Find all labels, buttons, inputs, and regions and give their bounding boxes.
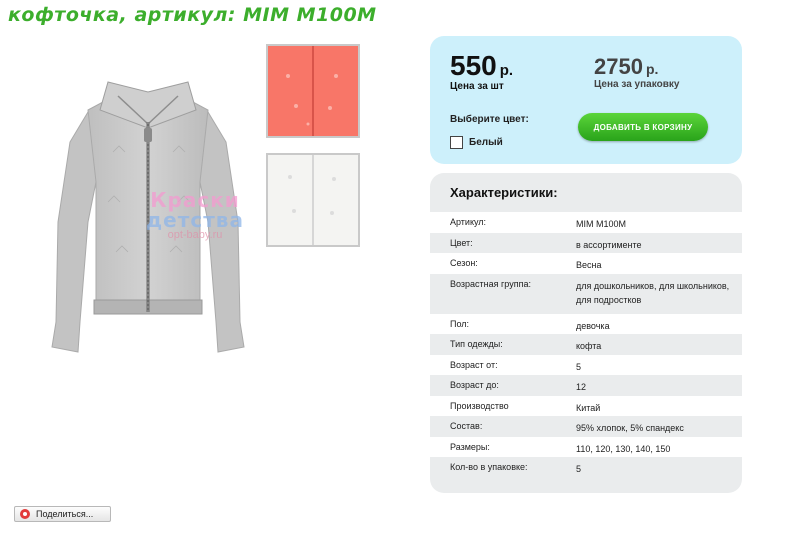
pack-price-currency: р. (645, 61, 659, 77)
row-value: кофта (576, 341, 602, 351)
row-key: Возрастная группа: (450, 278, 531, 289)
choose-color-label: Выберите цвет: (450, 114, 529, 125)
pack-price-caption: Цена за упаковку (594, 79, 680, 90)
color-option-white[interactable]: Белый (450, 136, 503, 149)
row-key: Состав: (450, 421, 483, 431)
add-to-cart-button[interactable]: ДОБАВИТЬ В КОРЗИНУ (578, 113, 708, 141)
pack-price: 2750 р. (594, 54, 658, 80)
share-icon (20, 509, 30, 519)
unit-price-caption: Цена за шт (450, 81, 504, 92)
row-value: девочка (576, 320, 610, 331)
row-key: Производство (450, 400, 509, 411)
table-row: Возрастная группа: для дошкольников, для … (430, 273, 742, 314)
color-checkbox[interactable] (450, 136, 463, 149)
table-row: Возраст от: 5 (430, 354, 742, 375)
row-value: 95% хлопок, 5% спандекс (576, 423, 684, 433)
table-row: Состав: 95% хлопок, 5% спандекс (430, 416, 742, 437)
price-panel: 550 р. Цена за шт 2750 р. Цена за упаковку… (430, 36, 742, 164)
row-key: Тип одежды: (450, 339, 503, 349)
thumbnail-coral[interactable] (266, 44, 360, 138)
table-row: Возраст до: 12 (430, 375, 742, 396)
unit-price: 550 р. (450, 50, 513, 82)
pack-price-value: 2750 (594, 54, 643, 79)
watermark-line2: детства (146, 208, 244, 232)
row-value: Китай (576, 402, 601, 413)
row-value: 5 (576, 464, 582, 474)
row-value: 5 (576, 361, 582, 372)
table-row: Цвет: в ассортименте (430, 232, 742, 253)
unit-price-value: 550 (450, 50, 497, 81)
row-key: Возраст от: (450, 359, 498, 370)
table-row: Артикул: MIM M100M (430, 212, 742, 233)
row-value: в ассортименте (576, 239, 642, 250)
row-key: Пол: (450, 318, 470, 329)
table-row: Сезон: Весна (430, 253, 742, 274)
table-row: Производство Китай (430, 395, 742, 416)
white-jacket-image (268, 155, 358, 245)
color-option-label: Белый (469, 137, 503, 148)
table-row: Размеры: 110, 120, 130, 140, 150 (430, 436, 742, 457)
watermark-logo: Краски детства opt-baby.ru (140, 190, 250, 241)
watermark-line3: opt-baby.ru (167, 229, 223, 241)
characteristics-panel: Характеристики: Артикул: MIM M100M Цвет: в… (430, 173, 742, 493)
characteristics-table: Артикул: MIM M100M Цвет: в ассортименте Се… (430, 212, 742, 478)
row-key: Артикул: (450, 217, 487, 227)
row-key: Сезон: (450, 258, 478, 268)
table-row: Кол-во в упаковке: 5 (430, 457, 742, 478)
row-value: MIM M100M (576, 219, 627, 229)
table-row: Тип одежды: кофта (430, 334, 742, 355)
row-value: для дошкольников, для школьников, для по… (576, 280, 730, 305)
page-title: кофточка, артикул: MIM M100M (8, 4, 377, 26)
row-key: Возраст до: (450, 380, 499, 390)
row-value: Весна (576, 260, 602, 270)
table-row: Пол: девочка (430, 313, 742, 334)
row-value: 110, 120, 130, 140, 150 (576, 443, 671, 454)
watermark-line1: Краски (150, 188, 240, 212)
row-key: Цвет: (450, 237, 473, 248)
thumbnail-white[interactable] (266, 153, 360, 247)
characteristics-header: Характеристики: (450, 185, 558, 200)
share-label: Поделиться... (36, 509, 94, 519)
share-button[interactable]: Поделиться... (14, 506, 111, 522)
row-key: Размеры: (450, 441, 490, 452)
row-key: Кол-во в упаковке: (450, 462, 528, 472)
coral-jacket-image (268, 46, 358, 136)
row-value: 12 (576, 382, 587, 392)
unit-price-currency: р. (499, 62, 514, 79)
